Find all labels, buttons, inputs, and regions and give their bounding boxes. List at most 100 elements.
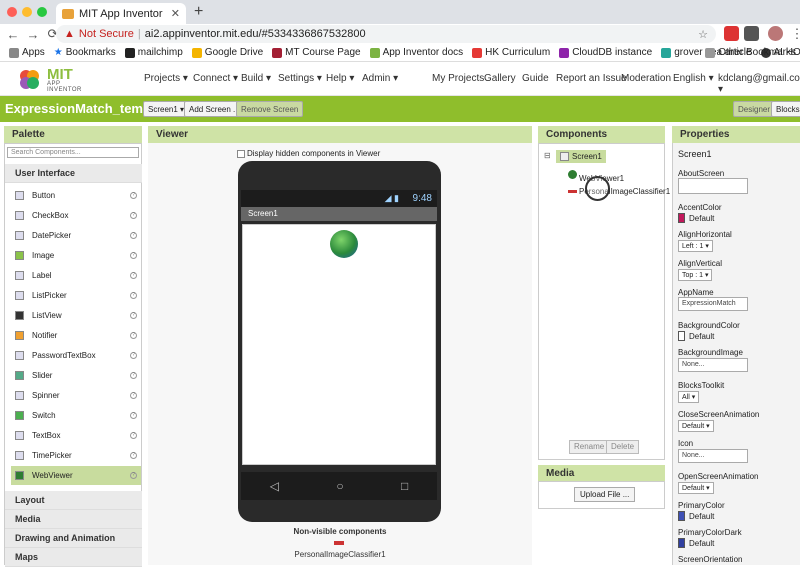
palette-item-listview[interactable]: ListView? [11,306,141,325]
bookmark-mt-course[interactable]: MT Course Page [272,47,360,58]
forward-icon[interactable]: → [26,27,40,42]
maximize-window-icon[interactable] [37,7,47,17]
help-icon[interactable]: ? [130,212,137,219]
checkbox-icon[interactable] [237,150,245,158]
tree-item-classifier1[interactable]: PersonalImageClassifier1 [568,187,670,196]
menu-account[interactable]: kdclang@gmail.com ▾ [718,73,800,95]
app-inventor-logo[interactable]: MIT APP INVENTOR [17,66,97,92]
category-user-interface[interactable]: User Interface [5,164,142,183]
category-media[interactable]: Media [5,510,142,529]
accentcolor-picker[interactable]: Default [678,213,714,223]
bookmark-apps[interactable]: Apps [9,47,45,58]
backgroundimage-input[interactable]: None... [678,358,748,372]
omnibox[interactable]: ▲ Not Secure | ai2.appinventor.mit.edu/#… [56,25,716,43]
bookmark-ai-docs[interactable]: App Inventor docs [370,47,464,58]
palette-item-spinner[interactable]: Spinner? [11,386,141,405]
palette-item-label[interactable]: Label? [11,266,141,285]
rename-button[interactable]: Rename [569,440,609,454]
palette-item-passwordtextbox[interactable]: PasswordTextBox? [11,346,141,365]
help-icon[interactable]: ? [130,232,137,239]
help-icon[interactable]: ? [130,332,137,339]
palette-item-notifier[interactable]: Notifier? [11,326,141,345]
extension-icon[interactable] [724,26,739,41]
help-icon[interactable]: ? [130,252,137,259]
bookmark-mailchimp[interactable]: mailchimp [125,47,183,58]
icon-input[interactable]: None... [678,449,748,463]
menu-connect[interactable]: Connect ▾ [193,73,238,84]
link-gallery[interactable]: Gallery [484,73,516,84]
link-moderation[interactable]: Moderation [621,73,671,84]
help-icon[interactable]: ? [130,192,137,199]
palette-item-webviewer[interactable]: WebViewer? [11,466,141,485]
category-drawing-animation[interactable]: Drawing and Animation [5,529,142,548]
openanimation-select[interactable]: Default ▾ [678,482,714,494]
webviewer-globe-icon[interactable] [330,230,358,258]
upload-file-button[interactable]: Upload File ... [574,487,635,502]
bookmark-hk-curriculum[interactable]: HK Curriculum [472,47,550,58]
help-icon[interactable]: ? [130,352,137,359]
primarycolordark-picker[interactable]: Default [678,538,714,548]
bookmark-star-icon[interactable]: ☆ [698,28,708,41]
palette-item-listpicker[interactable]: ListPicker? [11,286,141,305]
extension-icon[interactable] [744,26,759,41]
menu-projects[interactable]: Projects ▾ [144,73,188,84]
hidden-components-checkbox[interactable]: Display hidden components in Viewer [237,149,380,158]
appname-input[interactable]: ExpressionMatch [678,297,748,311]
menu-build[interactable]: Build ▾ [241,73,271,84]
delete-button[interactable]: Delete [606,440,639,454]
help-icon[interactable]: ? [130,412,137,419]
screen-select[interactable]: Screen1 ▾ [143,101,189,117]
other-bookmarks[interactable]: Other Bookmarks [705,47,796,58]
bookmark-bookmarks[interactable]: ★Bookmarks [54,47,116,58]
palette-item-slider[interactable]: Slider? [11,366,141,385]
palette-item-timepicker[interactable]: TimePicker? [11,446,141,465]
link-guide[interactable]: Guide [522,73,549,84]
category-layout[interactable]: Layout [5,491,142,510]
remove-screen-button[interactable]: Remove Screen [236,101,303,117]
browser-tab[interactable]: MIT App Inventor ✕ [56,3,186,24]
help-icon[interactable]: ? [130,472,137,479]
palette-item-datepicker[interactable]: DatePicker? [11,226,141,245]
bookmark-google-drive[interactable]: Google Drive [192,47,263,58]
close-window-icon[interactable] [7,7,17,17]
tree-collapse-icon[interactable]: ⊟ [544,151,551,160]
blockstoolkit-select[interactable]: All ▾ [678,391,699,403]
close-tab-icon[interactable]: ✕ [171,7,180,20]
designer-button[interactable]: Designer [733,101,775,117]
help-icon[interactable]: ? [130,372,137,379]
palette-item-image[interactable]: Image? [11,246,141,265]
link-my-projects[interactable]: My Projects [432,73,484,84]
palette-item-button[interactable]: Button? [11,186,141,205]
palette-item-textbox[interactable]: TextBox? [11,426,141,445]
image-classifier-icon[interactable] [334,541,344,545]
new-tab-icon[interactable]: + [194,3,203,21]
backgroundcolor-picker[interactable]: Default [678,331,714,341]
category-maps[interactable]: Maps [5,548,142,567]
aboutscreen-textarea[interactable] [678,178,748,194]
help-icon[interactable]: ? [130,392,137,399]
back-icon[interactable]: ← [6,27,20,42]
blocks-button[interactable]: Blocks [771,101,800,117]
minimize-window-icon[interactable] [22,7,32,17]
help-icon[interactable]: ? [130,272,137,279]
screen-canvas[interactable] [242,224,436,465]
help-icon[interactable]: ? [130,432,137,439]
closeanimation-select[interactable]: Default ▾ [678,420,714,432]
alignhorizontal-select[interactable]: Left : 1 ▾ [678,240,713,252]
menu-help[interactable]: Help ▾ [326,73,354,84]
menu-kebab-icon[interactable]: ⋮ [790,26,800,42]
palette-search-input[interactable]: Search Components... [7,147,139,158]
menu-settings[interactable]: Settings ▾ [278,73,322,84]
alignvertical-select[interactable]: Top : 1 ▾ [678,269,712,281]
palette-item-checkbox[interactable]: CheckBox? [11,206,141,225]
profile-avatar-icon[interactable] [768,26,783,41]
help-icon[interactable]: ? [130,312,137,319]
link-report-issue[interactable]: Report an Issue [556,73,627,84]
tree-item-screen1[interactable]: Screen1 [556,150,606,163]
menu-admin[interactable]: Admin ▾ [362,73,398,84]
menu-language[interactable]: English ▾ [673,73,714,84]
palette-item-switch[interactable]: Switch? [11,406,141,425]
help-icon[interactable]: ? [130,452,137,459]
primarycolor-picker[interactable]: Default [678,511,714,521]
bookmark-clouddb[interactable]: CloudDB instance [559,47,652,58]
